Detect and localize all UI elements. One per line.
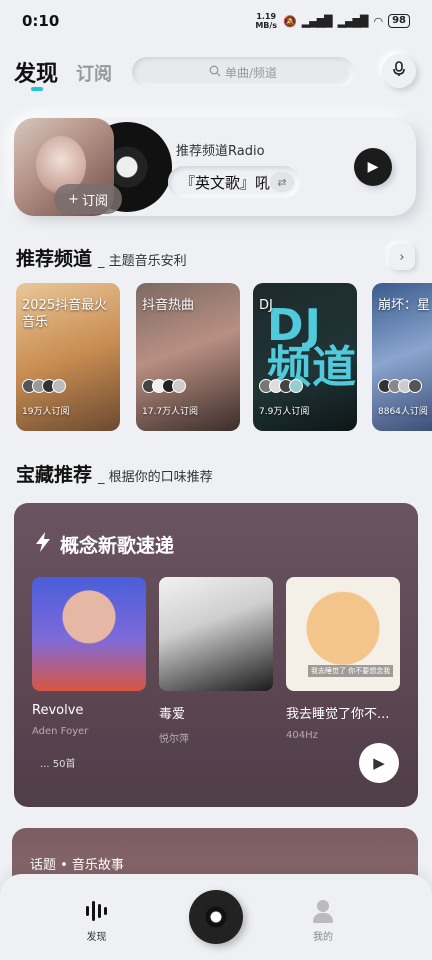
channel-card[interactable]: 抖音热曲 17.7万人订阅 [136,283,240,431]
subscriber-avatars [142,379,186,393]
switch-icon[interactable]: ⇄ [270,172,294,192]
now-playing-disc[interactable] [189,890,243,944]
bottom-nav: 发现 我的 [0,874,432,960]
mute-icon: 🔕 [283,14,297,28]
song-item[interactable]: 我去睡觉了 你不要想念我 我去睡觉了你不... 404Hz [286,577,400,741]
chevron-right-icon: › [399,249,405,265]
status-bar: 0:10 1.19 MB/s 🔕 ▂▄▆█ ▂▄▆█ ◠ 98 [0,0,432,42]
channel-card[interactable]: DJ 频道 DJ 7.9万人订阅 [253,283,357,431]
subscriber-avatars [22,379,66,393]
section-heading: 推荐频道 _ 主题音乐安利 [16,248,187,270]
tab-discover[interactable]: 发现 [14,56,58,88]
radio-title: 推荐频道Radio [176,144,265,159]
play-icon: ▶ [367,159,379,175]
status-time: 0:10 [22,12,60,30]
subscriber-avatars [259,379,303,393]
nav-discover[interactable]: 发现 [86,900,107,943]
subscriber-avatars [378,379,422,393]
header: 发现 订阅 单曲/频道 [0,50,432,96]
album-cover [159,577,273,691]
cover-caption: 我去睡觉了 你不要想念我 [308,665,394,677]
search-input[interactable]: 单曲/频道 [132,57,354,87]
radio-artwork: + 订阅 [14,118,174,216]
plus-icon: + [68,191,79,207]
channel-card[interactable]: 2025抖音最火音乐 19万人订阅 [16,283,120,431]
signal-icon: ▂▄▆█ [337,14,369,28]
new-songs-card[interactable]: 概念新歌速递 Revolve Aden Foyer 毒爱 悦尔萍 我去睡觉了 你… [14,503,418,807]
card-title: 概念新歌速递 [34,531,174,558]
song-item[interactable]: Revolve Aden Foyer [32,577,146,737]
topic-label: 话题 • 音乐故事 [30,858,124,873]
subscribe-button[interactable]: + 订阅 [54,184,122,214]
status-icons: 1.19 MB/s 🔕 ▂▄▆█ ▂▄▆█ ◠ 98 [255,12,410,30]
search-placeholder: 单曲/频道 [224,65,278,80]
search-icon [209,65,221,80]
play-icon: ▶ [373,754,385,772]
channel-art-text: DJ 频道 [267,300,357,393]
lightning-icon [34,531,52,558]
song-count: ... 50首 [40,759,76,770]
song-item[interactable]: 毒爱 悦尔萍 [159,577,273,745]
channel-card[interactable]: 崩坏：星 8864人订阅 [372,283,432,431]
channel-list: 2025抖音最火音乐 19万人订阅 抖音热曲 17.7万人订阅 DJ 频道 DJ… [16,283,432,433]
equalizer-icon [86,900,107,922]
battery-icon: 98 [388,14,410,28]
tab-subscribe[interactable]: 订阅 [76,60,112,86]
more-channels-button[interactable]: › [389,244,415,270]
voice-search-button[interactable] [382,54,416,88]
microphone-icon [392,61,406,81]
album-cover: 我去睡觉了 你不要想念我 [286,577,400,691]
album-cover [32,577,146,691]
active-tab-indicator [31,87,43,91]
net-speed: 1.19 MB/s [255,12,278,30]
radio-card[interactable]: + 订阅 推荐频道Radio 『英文歌』吼 ⇄ ▶ [14,118,416,216]
person-icon [312,900,334,923]
nav-me[interactable]: 我的 [312,900,334,943]
play-button[interactable]: ▶ [354,148,392,186]
section-heading: 宝藏推荐 _ 根据你的口味推荐 [16,464,213,486]
signal-icon: ▂▄▆█ [301,14,333,28]
wifi-icon: ◠ [373,14,383,28]
play-all-button[interactable]: ▶ [359,743,399,783]
